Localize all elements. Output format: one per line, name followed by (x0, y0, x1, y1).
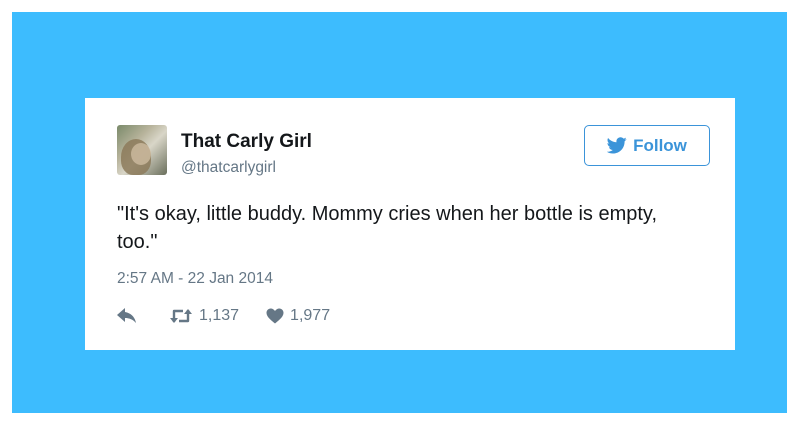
avatar-face (131, 143, 151, 165)
tweet-timestamp[interactable]: 2:57 AM - 22 Jan 2014 (117, 270, 273, 288)
follow-button[interactable]: Follow (584, 125, 710, 166)
reply-icon (117, 308, 137, 324)
retweet-button[interactable]: 1,137 (169, 307, 239, 325)
like-button[interactable]: 1,977 (266, 307, 330, 325)
avatar[interactable] (117, 125, 167, 175)
retweet-icon (169, 308, 193, 324)
reply-button[interactable] (117, 308, 137, 324)
author-display-name[interactable]: That Carly Girl (181, 131, 312, 153)
author-handle[interactable]: @thatcarlygirl (181, 159, 276, 177)
follow-button-label: Follow (633, 135, 687, 155)
tweet-actions: 1,137 1,977 (117, 305, 330, 327)
tweet-card: That Carly Girl @thatcarlygirl Follow "I… (85, 98, 735, 350)
bird-icon (607, 137, 627, 154)
blue-frame: That Carly Girl @thatcarlygirl Follow "I… (12, 12, 787, 413)
like-count: 1,977 (290, 307, 331, 324)
tweet-text: "It's okay, little buddy. Mommy cries wh… (117, 203, 657, 253)
retweet-count: 1,137 (199, 307, 240, 324)
heart-icon (266, 308, 284, 324)
